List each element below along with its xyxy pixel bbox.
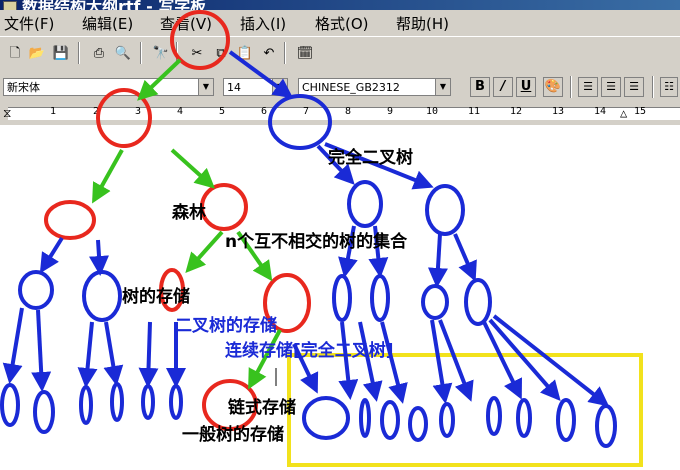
label-tree-storage: 树的存储 <box>122 287 190 307</box>
blue-circle <box>268 94 332 150</box>
highlight-box <box>287 353 643 467</box>
blue-arrow <box>39 236 64 274</box>
blue-circle <box>0 383 20 427</box>
blue-circle <box>169 384 183 420</box>
label-full-binary-tree: 完全二叉树 <box>328 148 413 168</box>
label-linked-storage: 链式存储 <box>228 398 296 418</box>
blue-circle <box>332 274 352 322</box>
blue-arrow <box>380 321 408 404</box>
red-circle <box>170 10 230 70</box>
blue-arrow <box>103 321 124 386</box>
blue-arrow <box>427 233 448 288</box>
blue-circle <box>359 398 371 438</box>
blue-arrow <box>31 309 52 392</box>
blue-circle <box>347 180 383 228</box>
blue-circle <box>595 404 617 448</box>
blue-arrow <box>77 321 98 388</box>
green-arrow <box>170 148 215 189</box>
blue-circle <box>464 278 492 326</box>
blue-circle <box>516 398 532 438</box>
label-binary-tree-storage: 二叉树的存储 <box>175 316 277 336</box>
blue-circle <box>79 385 93 425</box>
blue-circle <box>141 384 155 420</box>
label-forest: 森林 <box>172 203 206 223</box>
red-circle <box>44 200 96 240</box>
blue-arrow <box>138 321 159 388</box>
blue-circle <box>408 406 428 442</box>
blue-circle <box>33 390 55 434</box>
label-forest-definition: n个互不相交的树的集合 <box>225 232 408 252</box>
blue-circle <box>421 284 449 320</box>
blue-arrow <box>453 233 477 282</box>
red-circle <box>200 183 248 231</box>
green-arrow <box>185 230 224 273</box>
blue-circle <box>82 270 122 322</box>
blue-circle <box>18 270 54 310</box>
blue-circle <box>370 274 390 322</box>
blue-circle <box>486 396 502 436</box>
blue-arrow <box>2 307 24 384</box>
blue-arrow <box>89 239 109 276</box>
green-arrow <box>92 149 124 204</box>
blue-circle <box>302 396 350 440</box>
green-arrow <box>137 58 182 101</box>
blue-circle <box>380 400 400 440</box>
blue-circle <box>439 402 455 438</box>
label-general-tree-storage: 一般树的存储 <box>182 425 284 445</box>
blue-circle <box>425 184 465 236</box>
blue-arrow <box>228 50 294 99</box>
blue-circle <box>556 398 576 442</box>
label-sequential-storage: 连续存储[完全二叉树] <box>225 341 394 361</box>
blue-circle <box>110 382 124 422</box>
